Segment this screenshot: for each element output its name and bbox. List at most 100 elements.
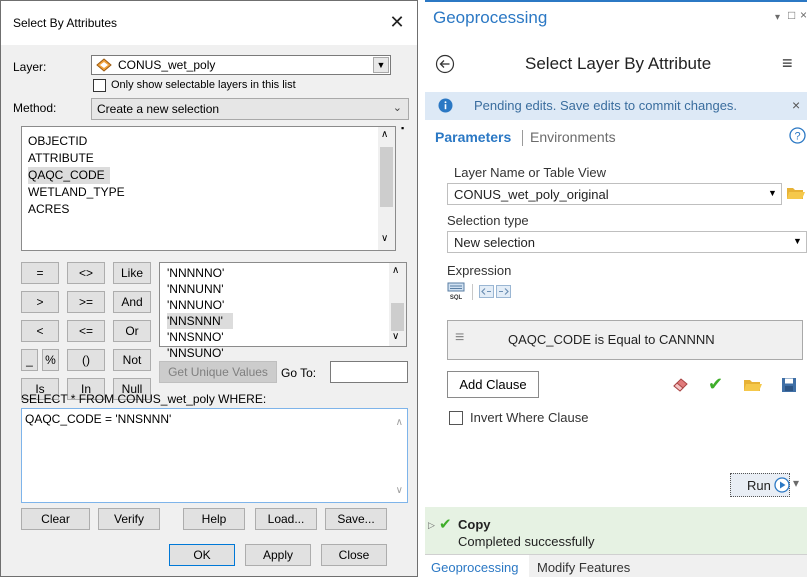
scroll-thumb[interactable] xyxy=(380,147,393,207)
clear-button[interactable]: Clear xyxy=(21,508,90,530)
tab-parameters[interactable]: Parameters xyxy=(435,129,511,145)
op-like-button[interactable]: Like xyxy=(113,262,151,284)
chevron-up-icon[interactable]: ∧ xyxy=(381,129,388,140)
chevron-down-icon[interactable]: ∨ xyxy=(396,485,403,496)
get-unique-values-button[interactable]: Get Unique Values xyxy=(159,361,277,383)
chevron-down-icon[interactable]: ⌄ xyxy=(393,101,402,114)
op-less-button[interactable]: < xyxy=(21,320,59,342)
geoprocessing-pane: Geoprocessing ▾ □ × Select Layer By Attr… xyxy=(425,0,807,577)
op-and-button[interactable]: And xyxy=(113,291,151,313)
layer-combobox[interactable]: CONUS_wet_poly ▼ xyxy=(91,55,391,75)
load-button[interactable]: Load... xyxy=(255,508,317,530)
op-percent-button[interactable]: % xyxy=(42,349,59,371)
layer-name-value: CONUS_wet_poly_original xyxy=(454,187,609,202)
status-title: Copy xyxy=(458,517,491,532)
goto-input[interactable] xyxy=(330,361,408,383)
maximize-icon[interactable]: □ xyxy=(788,8,795,22)
chevron-down-icon[interactable]: ∨ xyxy=(381,233,388,244)
layer-name-combobox[interactable]: CONUS_wet_poly_original ▼ xyxy=(447,183,782,205)
sql-toggle-icon[interactable]: SQL xyxy=(447,282,465,301)
expand-triangle-icon[interactable]: ▷ xyxy=(428,520,435,531)
scroll-thumb[interactable] xyxy=(391,303,404,331)
layer-icon xyxy=(96,58,112,72)
back-icon[interactable] xyxy=(435,54,455,74)
invert-where-checkbox[interactable] xyxy=(449,411,463,425)
ok-button[interactable]: OK xyxy=(169,544,235,566)
fields-scrollbar[interactable]: ∧ ∨ xyxy=(378,127,395,250)
method-select[interactable]: Create a new selection ⌄ xyxy=(91,98,409,120)
run-button[interactable]: Run xyxy=(730,473,790,497)
pane-title: Geoprocessing xyxy=(433,8,548,27)
method-label: Method: xyxy=(13,101,57,115)
eraser-icon[interactable] xyxy=(672,376,690,392)
invert-where-label: Invert Where Clause xyxy=(470,410,589,425)
tool-title: Select Layer By Attribute xyxy=(525,54,712,73)
expression-textarea[interactable]: QAQC_CODE = 'NNSNNN' ∧ ∨ xyxy=(21,408,408,503)
play-icon xyxy=(774,477,790,493)
chevron-up-icon[interactable]: ∧ xyxy=(396,417,403,428)
add-clause-button[interactable]: Add Clause xyxy=(447,371,539,398)
help-icon[interactable]: ? xyxy=(789,127,806,144)
field-item[interactable]: ATTRIBUTE xyxy=(28,150,368,167)
folder-open-icon[interactable] xyxy=(786,185,806,201)
indent-left-icon[interactable] xyxy=(479,285,494,298)
sql-prefix: SELECT * FROM CONUS_wet_poly WHERE: xyxy=(21,392,267,406)
close-button[interactable]: Close xyxy=(321,544,387,566)
field-item-selected[interactable]: QAQC_CODE xyxy=(28,167,110,184)
chevron-down-icon[interactable]: ∨ xyxy=(392,331,399,342)
chevron-down-icon[interactable]: ▼ xyxy=(768,188,777,198)
selection-type-select[interactable]: New selection ▼ xyxy=(447,231,807,253)
value-item-selected[interactable]: 'NNSNNN' xyxy=(167,313,233,329)
verify-button[interactable]: Verify xyxy=(98,508,160,530)
method-value: Create a new selection xyxy=(97,102,220,116)
tab-geoprocessing-label: Geoprocessing xyxy=(431,560,519,575)
hamburger-menu-icon[interactable]: ≡ xyxy=(782,53,793,74)
load-folder-icon[interactable] xyxy=(743,377,763,393)
chevron-up-icon[interactable]: ∧ xyxy=(392,265,399,276)
save-disk-icon[interactable] xyxy=(781,377,797,393)
value-item[interactable]: 'NNNUNO' xyxy=(167,297,233,313)
fields-listbox[interactable]: OBJECTID ATTRIBUTE QAQC_CODE WETLAND_TYP… xyxy=(21,126,396,251)
toolbar-divider xyxy=(472,284,473,300)
field-item[interactable]: ACRES xyxy=(28,201,368,218)
chevron-down-icon[interactable]: ▼ xyxy=(373,57,389,73)
value-item[interactable]: 'NNNUNN' xyxy=(167,281,233,297)
tab-environments[interactable]: Environments xyxy=(530,129,616,145)
dismiss-icon[interactable]: × xyxy=(792,97,800,113)
indent-right-icon[interactable] xyxy=(496,285,511,298)
where-clause-row[interactable]: ≡ QAQC_CODE is Equal to CANNNN xyxy=(447,320,803,360)
op-equal-button[interactable]: = xyxy=(21,262,59,284)
drag-handle-icon[interactable]: ≡ xyxy=(455,329,464,347)
op-greater-equal-button[interactable]: >= xyxy=(67,291,105,313)
layer-name-label: Layer Name or Table View xyxy=(454,165,606,180)
close-icon[interactable]: ✕ xyxy=(385,11,409,35)
values-scrollbar[interactable]: ∧ ∨ xyxy=(389,263,406,346)
pane-menu-icon[interactable]: ▾ xyxy=(775,12,780,23)
run-options-chevron-icon[interactable]: ▾ xyxy=(793,476,799,490)
unique-values-listbox[interactable]: 'NNNNNO' 'NNNUNN' 'NNNUNO' 'NNSNNN' 'NNS… xyxy=(159,262,407,360)
field-item[interactable]: OBJECTID xyxy=(28,133,368,150)
value-item[interactable]: 'NNSUNO' xyxy=(167,345,233,361)
op-parens-button[interactable]: () xyxy=(67,349,105,371)
op-not-button[interactable]: Not xyxy=(113,349,151,371)
close-icon[interactable]: × xyxy=(800,8,807,22)
save-button[interactable]: Save... xyxy=(325,508,387,530)
layer-value: CONUS_wet_poly xyxy=(118,58,216,72)
field-item[interactable]: WETLAND_TYPE xyxy=(28,184,368,201)
value-item[interactable]: 'NNSNNO' xyxy=(167,329,233,345)
value-item[interactable]: 'NNNNNO' xyxy=(167,265,233,281)
verify-check-icon[interactable]: ✔ xyxy=(708,374,723,395)
op-greater-button[interactable]: > xyxy=(21,291,59,313)
selection-type-value: New selection xyxy=(454,235,535,250)
chevron-down-icon[interactable]: ▼ xyxy=(793,236,802,246)
layer-label: Layer: xyxy=(13,60,47,74)
op-not-equal-button[interactable]: <> xyxy=(67,262,105,284)
apply-button[interactable]: Apply xyxy=(245,544,311,566)
op-less-equal-button[interactable]: <= xyxy=(67,320,105,342)
only-selectable-checkbox[interactable] xyxy=(93,79,106,92)
op-or-button[interactable]: Or xyxy=(113,320,151,342)
op-underscore-button[interactable]: _ xyxy=(21,349,38,371)
tab-modify-features[interactable]: Modify Features xyxy=(537,560,630,575)
tab-geoprocessing-active[interactable]: Geoprocessing xyxy=(425,555,529,577)
help-button[interactable]: Help xyxy=(183,508,245,530)
